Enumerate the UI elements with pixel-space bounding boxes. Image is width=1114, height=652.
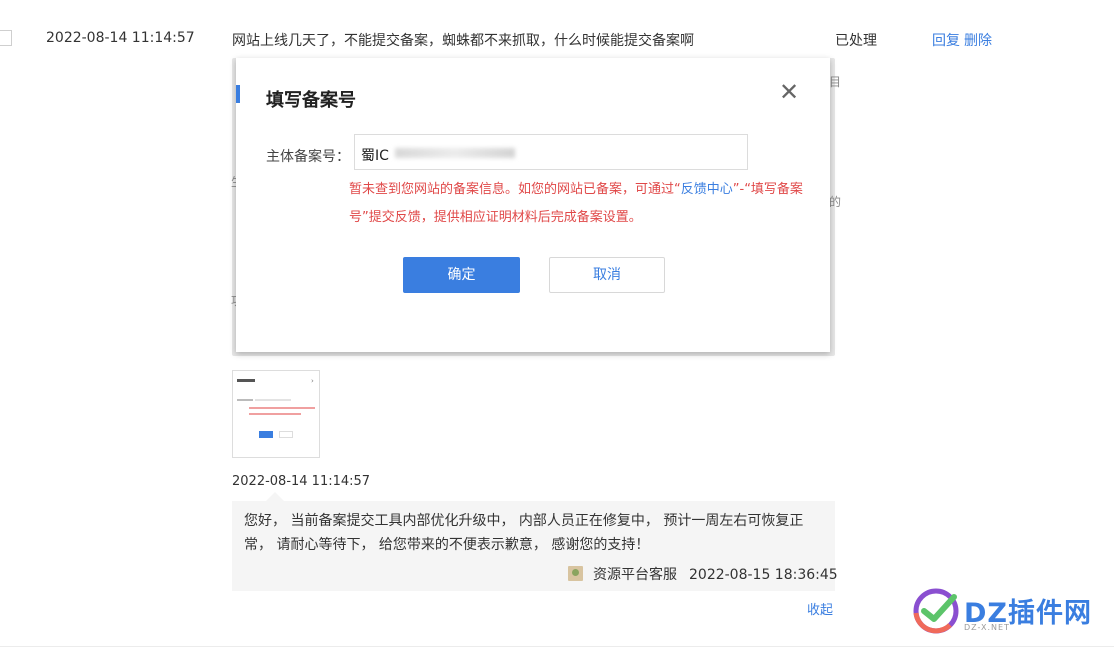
watermark-logo: DZ插件网 DZ-X.NET xyxy=(912,585,1102,641)
reply-link[interactable]: 回复 xyxy=(932,33,960,49)
reply-time: 2022-08-15 18:36:45 xyxy=(689,567,838,583)
delete-link[interactable]: 删除 xyxy=(964,33,992,49)
thumbnail-line xyxy=(249,413,301,415)
reply-bubble: 您好， 当前备案提交工具内部优化升级中， 内部人员正在修复中， 预计一周左右可恢… xyxy=(232,501,838,591)
screenshot-edge-char: 的 xyxy=(829,195,842,209)
record-number-field: 蜀IC xyxy=(354,134,748,170)
thumbnail-button xyxy=(259,431,273,438)
screenshot-dialog: 填写备案号 ✕ 主体备案号： 蜀IC 暂未查到您网站的备案信息。如您的网站已备案… xyxy=(236,58,830,352)
blurred-redaction xyxy=(395,148,515,158)
reply-text: 您好， 当前备案提交工具内部优化升级中， 内部人员正在修复中， 预计一周左右可恢… xyxy=(244,513,804,553)
reply-date: 2022-08-14 11:14:57 xyxy=(232,474,371,489)
attachment-thumbnail[interactable]: › xyxy=(232,370,320,458)
watermark-subtext: DZ-X.NET xyxy=(964,623,1010,632)
reply-bubble-arrow xyxy=(266,492,284,501)
collapse-link[interactable]: 收起 xyxy=(807,599,833,618)
dialog-accent-bar xyxy=(236,85,240,103)
feedback-center-link: 反馈中心 xyxy=(680,182,733,197)
thumbnail-line xyxy=(237,399,253,401)
reply-meta: 资源平台客服 2022-08-15 18:36:45 xyxy=(568,564,838,584)
avatar xyxy=(568,566,583,581)
row-actions: 回复 删除 xyxy=(932,30,992,50)
record-date: 2022-08-14 11:14:57 xyxy=(46,30,195,46)
thumbnail-close-icon: › xyxy=(311,377,314,385)
field-label: 主体备案号： xyxy=(266,149,350,165)
cancel-button: 取消 xyxy=(549,257,665,293)
thumbnail-line xyxy=(249,407,315,409)
confirm-button: 确定 xyxy=(403,257,520,293)
row-checkbox[interactable] xyxy=(0,30,12,46)
record-number-value: 蜀IC xyxy=(361,148,389,164)
watermark-logo-icon xyxy=(913,588,959,634)
error-message: 暂未查到您网站的备案信息。如您的网站已备案，可通过“反馈中心”-“填写备案号”提… xyxy=(349,176,809,232)
close-icon: ✕ xyxy=(779,78,800,106)
error-text-1: 暂未查到您网站的备案信息。如您的网站已备案，可通过“ xyxy=(349,182,681,197)
thumbnail-title-mark xyxy=(237,379,255,382)
divider xyxy=(0,646,1114,647)
screenshot-edge-char: 目 xyxy=(829,75,842,89)
reply-author: 资源平台客服 xyxy=(593,567,677,583)
thumbnail-line xyxy=(255,399,291,401)
status-label: 已处理 xyxy=(835,33,877,49)
thumbnail-button xyxy=(279,431,293,438)
record-title: 网站上线几天了，不能提交备案，蜘蛛都不来抓取，什么时候能提交备案啊 xyxy=(232,33,694,49)
dialog-title: 填写备案号 xyxy=(266,90,356,111)
